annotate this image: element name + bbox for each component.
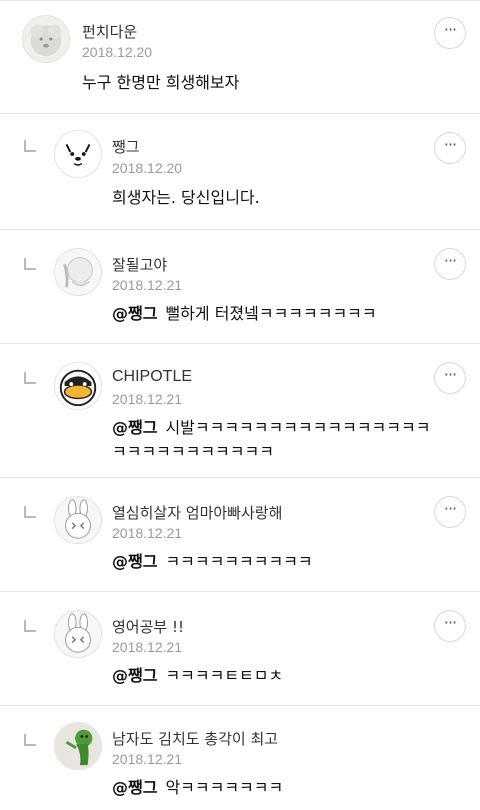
comment-text: @쨍그 ㅋㅋㅋㅋㅋㅋㅋㅋㅋㅋ	[112, 550, 442, 574]
fluffy-dog-avatar-icon[interactable]	[22, 15, 70, 63]
comment-body: ㅋㅋㅋㅋㅌㅌㅁㅊ	[165, 666, 284, 685]
comment-author[interactable]: 잘될고야	[112, 254, 167, 275]
comment-author[interactable]: 쨍그	[112, 136, 140, 157]
more-options-icon: ···	[443, 365, 457, 384]
comment-date: 2018.12.21	[112, 277, 183, 293]
more-options-button[interactable]: ···	[434, 17, 466, 49]
mention-link[interactable]: @쨍그	[112, 552, 157, 571]
mention-link[interactable]: @쨍그	[112, 304, 157, 323]
comment-body: 악ㅋㅋㅋㅋㅋㅋㅋ	[165, 778, 284, 797]
more-options-icon: ···	[443, 20, 457, 39]
more-options-icon: ···	[443, 251, 457, 270]
reply-arrow-icon	[24, 372, 36, 384]
more-options-icon: ···	[443, 613, 457, 632]
mention-link[interactable]: @쨍그	[112, 666, 157, 685]
comment-text: @쨍그 ㅋㅋㅋㅋㅌㅌㅁㅊ	[112, 664, 442, 688]
comment-text: 누구 한명만 희생해보자	[82, 71, 412, 95]
comment-text: @쨍그 뻘하게 터졌넼ㅋㅋㅋㅋㅋㅋㅋㅋ	[112, 302, 442, 326]
reply-arrow-icon	[24, 258, 36, 270]
reply-arrow-icon	[24, 140, 36, 152]
reply-arrow-icon	[24, 506, 36, 518]
reply-arrow-icon	[24, 620, 36, 632]
comment-author[interactable]: CHIPOTLE	[112, 368, 192, 386]
mention-link[interactable]: @쨍그	[112, 418, 157, 437]
comment-body: 뻘하게 터졌넼ㅋㅋㅋㅋㅋㅋㅋㅋ	[165, 304, 377, 323]
comment-body: 누구 한명만 희생해보자	[82, 73, 240, 92]
comment-body: 희생자는. 당신입니다.	[112, 188, 260, 207]
comment-body: 시발ㅋㅋㅋㅋㅋㅋㅋㅋㅋㅋㅋㅋㅋㅋㅋㅋㅋㅋㅋㅋㅋㅋㅋㅋㅋㅋㅋ	[112, 418, 431, 461]
duck-avatar-icon[interactable]	[54, 362, 102, 410]
reply-item: 잘될고야 2018.12.21 @쨍그 뻘하게 터졌넼ㅋㅋㅋㅋㅋㅋㅋㅋ ···	[0, 230, 480, 344]
comment-author[interactable]: 남자도 김치도 총각이 최고	[112, 728, 278, 749]
comment-list: 펀치다운 2018.12.20 누구 한명만 희생해보자 ··· 쨍그 2018…	[0, 0, 480, 810]
comment-date: 2018.12.21	[112, 525, 183, 541]
comment-date: 2018.12.21	[112, 639, 183, 655]
mention-link[interactable]: @쨍그	[112, 778, 157, 797]
reply-item: 영어공부 !! 2018.12.21 @쨍그 ㅋㅋㅋㅋㅌㅌㅁㅊ ···	[0, 592, 480, 706]
comment-author[interactable]: 영어공부 !!	[112, 616, 184, 637]
reply-item: CHIPOTLE 2018.12.21 @쨍그 시발ㅋㅋㅋㅋㅋㅋㅋㅋㅋㅋㅋㅋㅋㅋㅋ…	[0, 344, 480, 478]
reply-item: 남자도 김치도 총각이 최고 2018.12.21 @쨍그 악ㅋㅋㅋㅋㅋㅋㅋ	[0, 706, 480, 810]
comment-author[interactable]: 열심히살자 엄마아빠사랑해	[112, 502, 282, 523]
comment-item: 펀치다운 2018.12.20 누구 한명만 희생해보자 ···	[0, 0, 480, 114]
more-options-icon: ···	[443, 135, 457, 154]
dog-face-avatar-icon[interactable]	[54, 130, 102, 178]
comment-date: 2018.12.20	[82, 44, 153, 60]
more-options-button[interactable]: ···	[434, 248, 466, 280]
more-options-button[interactable]: ···	[434, 362, 466, 394]
rabbit-avatar-icon[interactable]	[54, 496, 102, 544]
more-options-button[interactable]: ···	[434, 496, 466, 528]
green-figure-avatar-icon[interactable]	[54, 722, 102, 770]
comment-text: @쨍그 시발ㅋㅋㅋㅋㅋㅋㅋㅋㅋㅋㅋㅋㅋㅋㅋㅋㅋㅋㅋㅋㅋㅋㅋㅋㅋㅋㅋ	[112, 416, 432, 464]
reply-item: 열심히살자 엄마아빠사랑해 2018.12.21 @쨍그 ㅋㅋㅋㅋㅋㅋㅋㅋㅋㅋ ·…	[0, 478, 480, 592]
crying-character-avatar-icon[interactable]	[54, 248, 102, 296]
comment-author[interactable]: 펀치다운	[82, 21, 137, 42]
comment-body: ㅋㅋㅋㅋㅋㅋㅋㅋㅋㅋ	[165, 552, 313, 571]
reply-item: 쨍그 2018.12.20 희생자는. 당신입니다. ···	[0, 114, 480, 230]
comment-text: @쨍그 악ㅋㅋㅋㅋㅋㅋㅋ	[112, 776, 442, 800]
comment-text: 희생자는. 당신입니다.	[112, 186, 442, 210]
rabbit-avatar-icon[interactable]	[54, 610, 102, 658]
reply-arrow-icon	[24, 734, 36, 746]
comment-date: 2018.12.21	[112, 391, 183, 407]
more-options-icon: ···	[443, 499, 457, 518]
more-options-button[interactable]: ···	[434, 610, 466, 642]
more-options-button[interactable]: ···	[434, 132, 466, 164]
comment-date: 2018.12.20	[112, 160, 183, 176]
comment-date: 2018.12.21	[112, 751, 183, 767]
